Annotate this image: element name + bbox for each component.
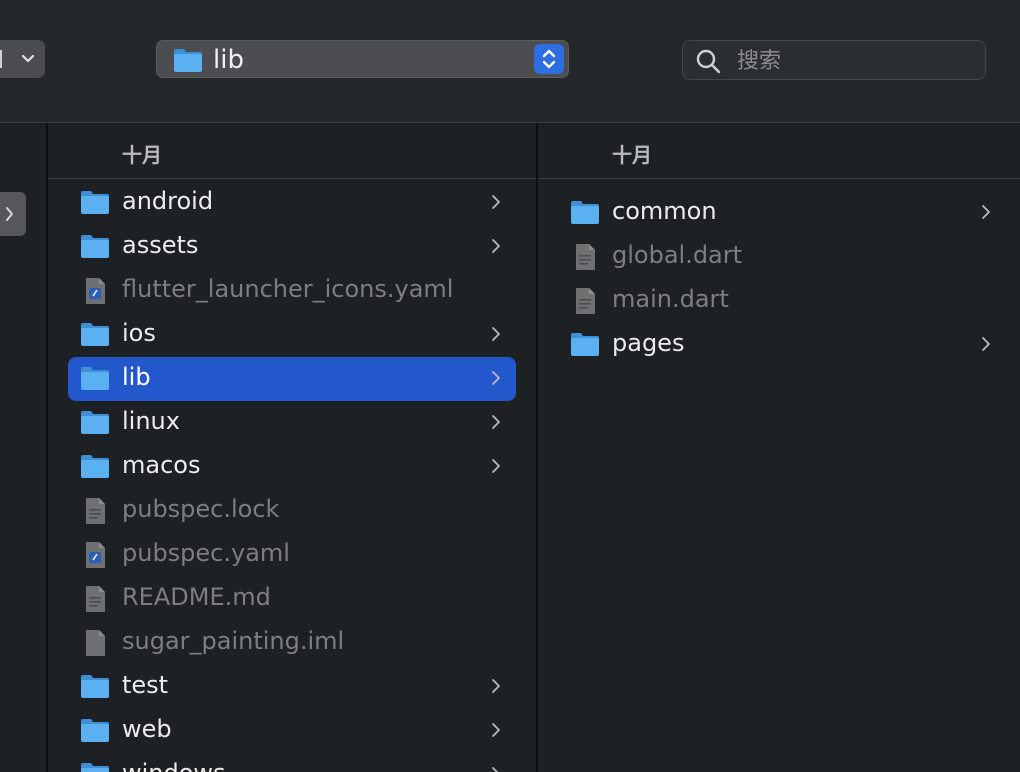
chevron-right-icon	[490, 370, 502, 390]
file-row[interactable]: flutter_launcher_icons.yaml	[68, 269, 516, 313]
item-name: windows	[122, 759, 226, 772]
folder-icon	[80, 409, 110, 437]
search-icon	[695, 48, 721, 78]
document-icon	[80, 585, 110, 613]
item-name: web	[122, 715, 172, 743]
chevron-right-icon	[6, 207, 13, 221]
folder-icon	[80, 717, 110, 745]
folder-row[interactable]: ios	[68, 313, 516, 357]
chevron-right-icon	[490, 194, 502, 214]
item-name: linux	[122, 407, 180, 435]
item-name: test	[122, 671, 169, 699]
item-name: pubspec.yaml	[122, 539, 290, 567]
item-name: android	[122, 187, 214, 215]
folder-row[interactable]: windows	[68, 753, 516, 772]
folder-row[interactable]: linux	[68, 401, 516, 445]
column-header-label: 十月	[612, 143, 652, 167]
item-name: flutter_launcher_icons.yaml	[122, 275, 454, 303]
chevron-right-icon	[490, 414, 502, 434]
search-input[interactable]	[735, 45, 979, 77]
chevron-right-icon	[490, 238, 502, 258]
previous-column	[0, 123, 48, 772]
item-name: sugar_painting.iml	[122, 627, 345, 655]
path-popup-button[interactable]: lib	[156, 40, 569, 78]
chevron-right-icon	[490, 722, 502, 742]
browser-column-project: 十月 android assets flutter_launcher_icons…	[48, 123, 538, 772]
file-icon	[80, 629, 110, 657]
item-name: common	[612, 197, 717, 225]
document-icon	[570, 243, 600, 271]
folder-icon	[80, 189, 110, 217]
search-field[interactable]	[682, 40, 986, 80]
file-list: android assets flutter_launcher_icons.ya…	[48, 179, 536, 772]
chevron-right-icon	[490, 678, 502, 698]
chevron-right-icon	[490, 326, 502, 346]
folder-icon	[80, 761, 110, 772]
chevron-down-icon	[21, 54, 35, 63]
chevron-right-icon	[490, 766, 502, 772]
folder-icon	[80, 365, 110, 393]
folder-row[interactable]: lib	[68, 357, 516, 401]
document-icon	[570, 287, 600, 315]
grid-view-icon	[0, 50, 6, 68]
column-header: 十月	[48, 123, 536, 179]
item-name: macos	[122, 451, 201, 479]
chevron-right-icon	[980, 204, 992, 224]
folder-icon	[173, 47, 203, 77]
file-row[interactable]: sugar_painting.iml	[68, 621, 516, 665]
folder-row[interactable]: android	[68, 181, 516, 225]
browser-column-lib: 十月 common global.dart main.dart pages	[538, 123, 1020, 772]
file-row[interactable]: pubspec.yaml	[68, 533, 516, 577]
file-row[interactable]: global.dart	[558, 235, 1006, 279]
yaml-file-icon	[80, 541, 110, 569]
folder-icon	[570, 199, 600, 227]
folder-row[interactable]: pages	[558, 323, 1006, 367]
folder-icon	[80, 453, 110, 481]
previous-column-selection[interactable]	[0, 192, 26, 236]
chevron-right-icon	[490, 458, 502, 478]
item-name: pages	[612, 329, 685, 357]
folder-icon	[570, 331, 600, 359]
folder-icon	[80, 673, 110, 701]
folder-row[interactable]: common	[558, 191, 1006, 235]
folder-row[interactable]: web	[68, 709, 516, 753]
folder-row[interactable]: assets	[68, 225, 516, 269]
chevron-right-icon	[980, 336, 992, 356]
document-icon	[80, 497, 110, 525]
view-options-button[interactable]	[0, 40, 45, 78]
item-name: README.md	[122, 583, 271, 611]
item-name: main.dart	[612, 285, 729, 313]
yaml-file-icon	[80, 277, 110, 305]
column-header: 十月	[538, 123, 1020, 179]
folder-row[interactable]: test	[68, 665, 516, 709]
toolbar: lib	[0, 0, 1020, 123]
file-row[interactable]: main.dart	[558, 279, 1006, 323]
file-row[interactable]: pubspec.lock	[68, 489, 516, 533]
item-name: global.dart	[612, 241, 743, 269]
item-name: lib	[122, 363, 151, 391]
item-name: assets	[122, 231, 199, 259]
stepper-arrows-icon	[534, 44, 564, 74]
folder-icon	[80, 233, 110, 261]
folder-row[interactable]: macos	[68, 445, 516, 489]
file-list: common global.dart main.dart pages	[538, 179, 1020, 367]
path-popup-label: lib	[213, 45, 244, 75]
file-row[interactable]: README.md	[68, 577, 516, 621]
item-name: ios	[122, 319, 156, 347]
item-name: pubspec.lock	[122, 495, 280, 523]
column-header-label: 十月	[122, 143, 162, 167]
folder-icon	[80, 321, 110, 349]
